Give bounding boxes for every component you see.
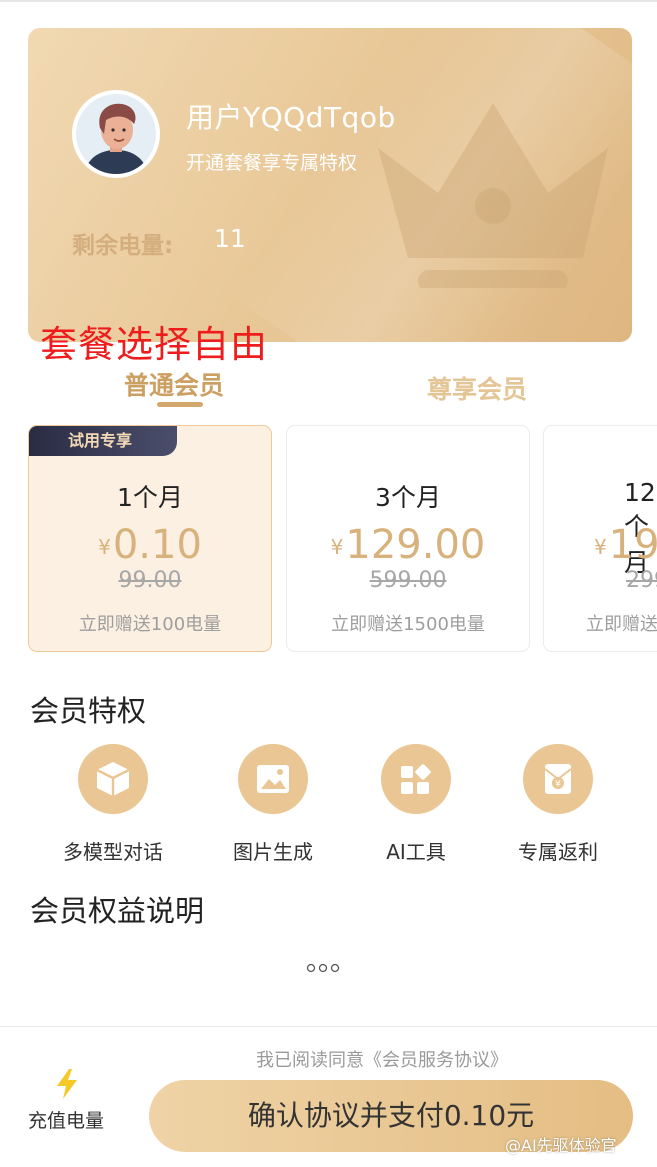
privilege-label: 图片生成 [233,840,313,864]
active-tab-indicator [157,402,203,407]
plan-duration: 3个月 [375,483,441,512]
person-icon [84,103,148,174]
price-amount: 129.00 [345,522,486,568]
tab-normal-member[interactable]: 普通会员 [124,366,224,402]
plan-price: ¥199.00 [594,522,657,568]
user-avatar[interactable] [72,90,160,178]
plan-card-12-months[interactable]: 12个月 ¥199.00 299.00 立即赠送 [543,425,657,652]
username: 用户YQQdTqob [186,101,396,134]
crown-icon [378,103,608,288]
privilege-label: 专属返利 [518,840,598,864]
privilege-image-generation[interactable]: 图片生成 [203,744,343,865]
plan-original-price: 99.00 [118,568,182,593]
watermark: @AI先驱体验官 [505,1136,617,1155]
plan-bonus: 立即赠送1500电量 [331,614,485,635]
coupon-icon: ¥ [544,764,572,794]
currency-symbol: ¥ [330,535,344,559]
plan-card-3-months[interactable]: 3个月 ¥129.00 599.00 立即赠送1500电量 [286,425,530,652]
currency-symbol: ¥ [98,535,111,559]
price-amount: 199.00 [608,522,657,568]
footer-divider [0,1026,657,1027]
privilege-label: AI工具 [386,840,446,864]
privilege-multi-model-chat[interactable]: 多模型对话 [43,744,183,865]
image-icon [257,765,289,793]
remaining-power-value: 11 [214,224,246,253]
svg-text:¥: ¥ [555,780,561,790]
privilege-exclusive-rebate[interactable]: ¥ 专属返利 [488,744,628,865]
privilege-icon-circle [381,744,451,814]
privilege-icon-circle [238,744,308,814]
plan-duration: 1个月 [117,483,183,512]
privilege-label: 多模型对话 [63,840,163,864]
charge-power-button[interactable]: 充值电量 [28,1106,104,1133]
privilege-ai-tools[interactable]: AI工具 [346,744,486,865]
plan-price: ¥0.10 [29,522,271,568]
top-divider [0,0,657,2]
plan-bonus: 立即赠送100电量 [78,614,222,635]
agreement-link[interactable]: 我已阅读同意《会员服务协议》 [256,1046,508,1072]
plan-original-price: 599.00 [369,568,447,593]
benefits-title: 会员权益说明 [30,894,205,928]
tab-premium-member[interactable]: 尊享会员 [427,370,527,406]
plan-card-1-month[interactable]: 试用专享 1个月 ¥0.10 99.00 立即赠送100电量 [28,425,272,652]
cube-icon [96,762,130,796]
plan-original-price: 299.00 [626,568,657,593]
annotation-overlay-text: 套餐选择自由 [40,323,268,366]
privilege-icon-circle [78,744,148,814]
member-header-card: 用户YQQdTqob 开通套餐享专属特权 剩余电量: 11 [28,28,632,342]
plan-price: ¥129.00 [287,522,529,568]
grid-icon [401,764,431,794]
plan-bonus: 立即赠送 [586,614,657,635]
price-amount: 0.10 [112,522,202,568]
header-subtitle: 开通套餐享专属特权 [186,152,358,174]
trial-badge: 试用专享 [29,426,177,456]
privilege-icon-circle: ¥ [523,744,593,814]
avatar-portrait [76,94,156,174]
remaining-power-label: 剩余电量: [72,233,174,259]
currency-symbol: ¥ [594,535,607,559]
loading-dots-icon [306,963,340,973]
lightning-icon[interactable] [54,1068,80,1100]
privileges-title: 会员特权 [30,694,147,728]
